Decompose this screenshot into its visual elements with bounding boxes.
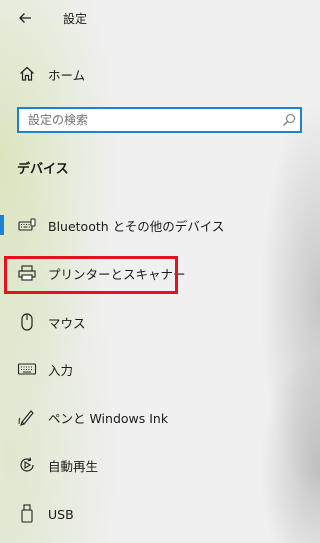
- nav-home-label: ホーム: [48, 67, 86, 83]
- search-box[interactable]: [17, 107, 302, 133]
- nav-item-label: 自動再生: [48, 458, 99, 474]
- highlight-box: [4, 256, 178, 294]
- nav-item-bluetooth[interactable]: Bluetooth とその他のデバイス: [0, 205, 320, 245]
- back-button[interactable]: [14, 6, 38, 30]
- bluetooth-keyboard-icon: [16, 214, 38, 236]
- nav-home[interactable]: ホーム: [0, 54, 320, 94]
- window-title: 設定: [63, 12, 88, 26]
- autoplay-icon: [16, 454, 38, 476]
- nav-item-label: USB: [48, 506, 74, 522]
- nav-item-pen[interactable]: ペンと Windows Ink: [0, 397, 320, 437]
- back-arrow-icon: [19, 13, 31, 23]
- pen-icon: [16, 406, 38, 428]
- search-input[interactable]: [19, 109, 278, 131]
- nav-item-mouse[interactable]: マウス: [0, 302, 320, 342]
- nav-item-usb[interactable]: USB: [0, 494, 320, 534]
- mouse-icon: [16, 311, 38, 333]
- nav-item-label: ペンと Windows Ink: [48, 410, 169, 426]
- keyboard-icon: [16, 358, 38, 380]
- home-icon: [16, 63, 38, 85]
- nav-item-autoplay[interactable]: 自動再生: [0, 445, 320, 485]
- title-bar: 設定: [0, 0, 320, 36]
- section-title: デバイス: [17, 162, 69, 177]
- search-icon[interactable]: [282, 113, 296, 127]
- nav-item-label: マウス: [48, 315, 86, 331]
- usb-icon: [16, 503, 38, 525]
- nav-item-label: 入力: [48, 362, 74, 378]
- nav-item-input[interactable]: 入力: [0, 349, 320, 389]
- nav-item-label: Bluetooth とその他のデバイス: [48, 218, 225, 234]
